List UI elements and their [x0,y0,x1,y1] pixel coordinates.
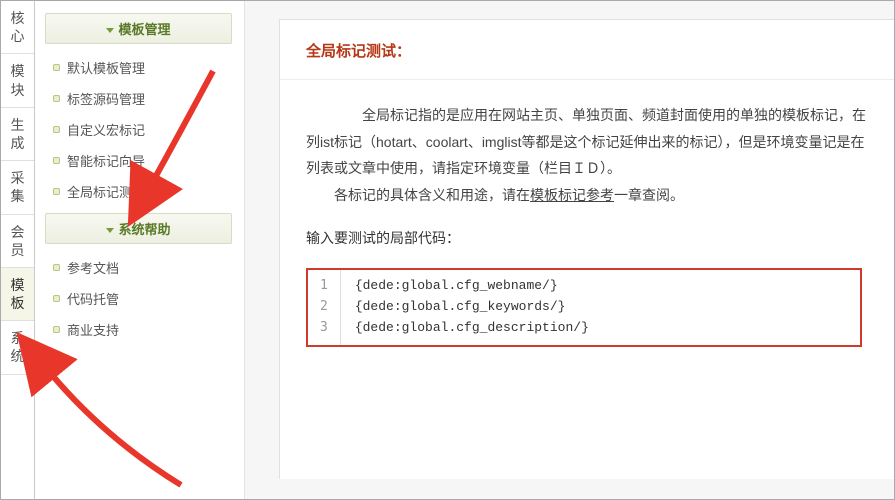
group-title: 模板管理 [118,22,170,37]
vtab-label: 生成 [7,116,28,152]
paragraph-text-2-prefix: 各标记的具体含义和用途，请在 [306,187,530,203]
caret-down-icon [106,28,114,33]
group-items-system-help: 参考文档 代码托管 商业支持 [49,252,232,345]
vtab-template[interactable]: 模板 [1,268,34,321]
sidebar-item-default-template[interactable]: 默认模板管理 [49,52,232,83]
content-area: 全局标记测试： 全局标记指的是应用在网站主页、单独页面、频道封面使用的单独的模板… [245,1,894,499]
code-line: {dede:global.cfg_keywords/} [355,299,566,314]
sidebar-item-global-tag-test[interactable]: 全局标记测试 [49,176,232,207]
code-body[interactable]: {dede:global.cfg_webname/} {dede:global.… [341,270,860,344]
vtab-label: 采集 [7,169,28,205]
code-input-label: 输入要测试的局部代码： [280,218,894,254]
code-editor[interactable]: 123 {dede:global.cfg_webname/} {dede:glo… [306,268,862,346]
vtab-label: 模板 [7,276,28,312]
sidebar-item-commercial-support[interactable]: 商业支持 [49,314,232,345]
group-items-template-manage: 默认模板管理 标签源码管理 自定义宏标记 智能标记向导 全局标记测试 [49,52,232,207]
vtab-member[interactable]: 会员 [1,215,34,268]
vtab-core[interactable]: 核心 [1,1,34,54]
template-tag-reference-link[interactable]: 模板标记参考 [530,187,614,203]
sidebar-item-tag-source[interactable]: 标签源码管理 [49,83,232,114]
left-vertical-tabs: 核心 模块 生成 采集 会员 模板 系统 [1,1,35,499]
sidebar-item-code-hosting[interactable]: 代码托管 [49,283,232,314]
page-title: 全局标记测试： [280,20,894,80]
paragraph-text-2-suffix: 一章查阅。 [614,187,684,203]
code-line: {dede:global.cfg_description/} [355,320,589,335]
sidebar-item-smart-tag-wizard[interactable]: 智能标记向导 [49,145,232,176]
code-line-numbers: 123 [308,270,341,344]
vtab-label: 模块 [7,62,28,98]
caret-down-icon [106,228,114,233]
content-card: 全局标记测试： 全局标记指的是应用在网站主页、单独页面、频道封面使用的单独的模板… [279,19,894,479]
group-header-system-help[interactable]: 系统帮助 [45,213,232,244]
group-title: 系统帮助 [118,222,170,237]
group-header-template-manage[interactable]: 模板管理 [45,13,232,44]
sidebar-panel: 模板管理 默认模板管理 标签源码管理 自定义宏标记 智能标记向导 全局标记测试 … [35,1,245,499]
code-line: {dede:global.cfg_webname/} [355,278,558,293]
vtab-label: 会员 [7,223,28,259]
paragraph-text-1: 全局标记指的是应用在网站主页、单独页面、频道封面使用的单独的模板标记，在列ist… [306,102,876,182]
sidebar-item-custom-macro[interactable]: 自定义宏标记 [49,114,232,145]
vtab-generate[interactable]: 生成 [1,108,34,161]
vtab-system[interactable]: 系统 [1,321,34,374]
vtab-label: 核心 [7,9,28,45]
vtab-label: 系统 [7,329,28,365]
intro-paragraph: 全局标记指的是应用在网站主页、单独页面、频道封面使用的单独的模板标记，在列ist… [280,80,894,218]
sidebar-item-reference-doc[interactable]: 参考文档 [49,252,232,283]
vtab-module[interactable]: 模块 [1,54,34,107]
vtab-collect[interactable]: 采集 [1,161,34,214]
